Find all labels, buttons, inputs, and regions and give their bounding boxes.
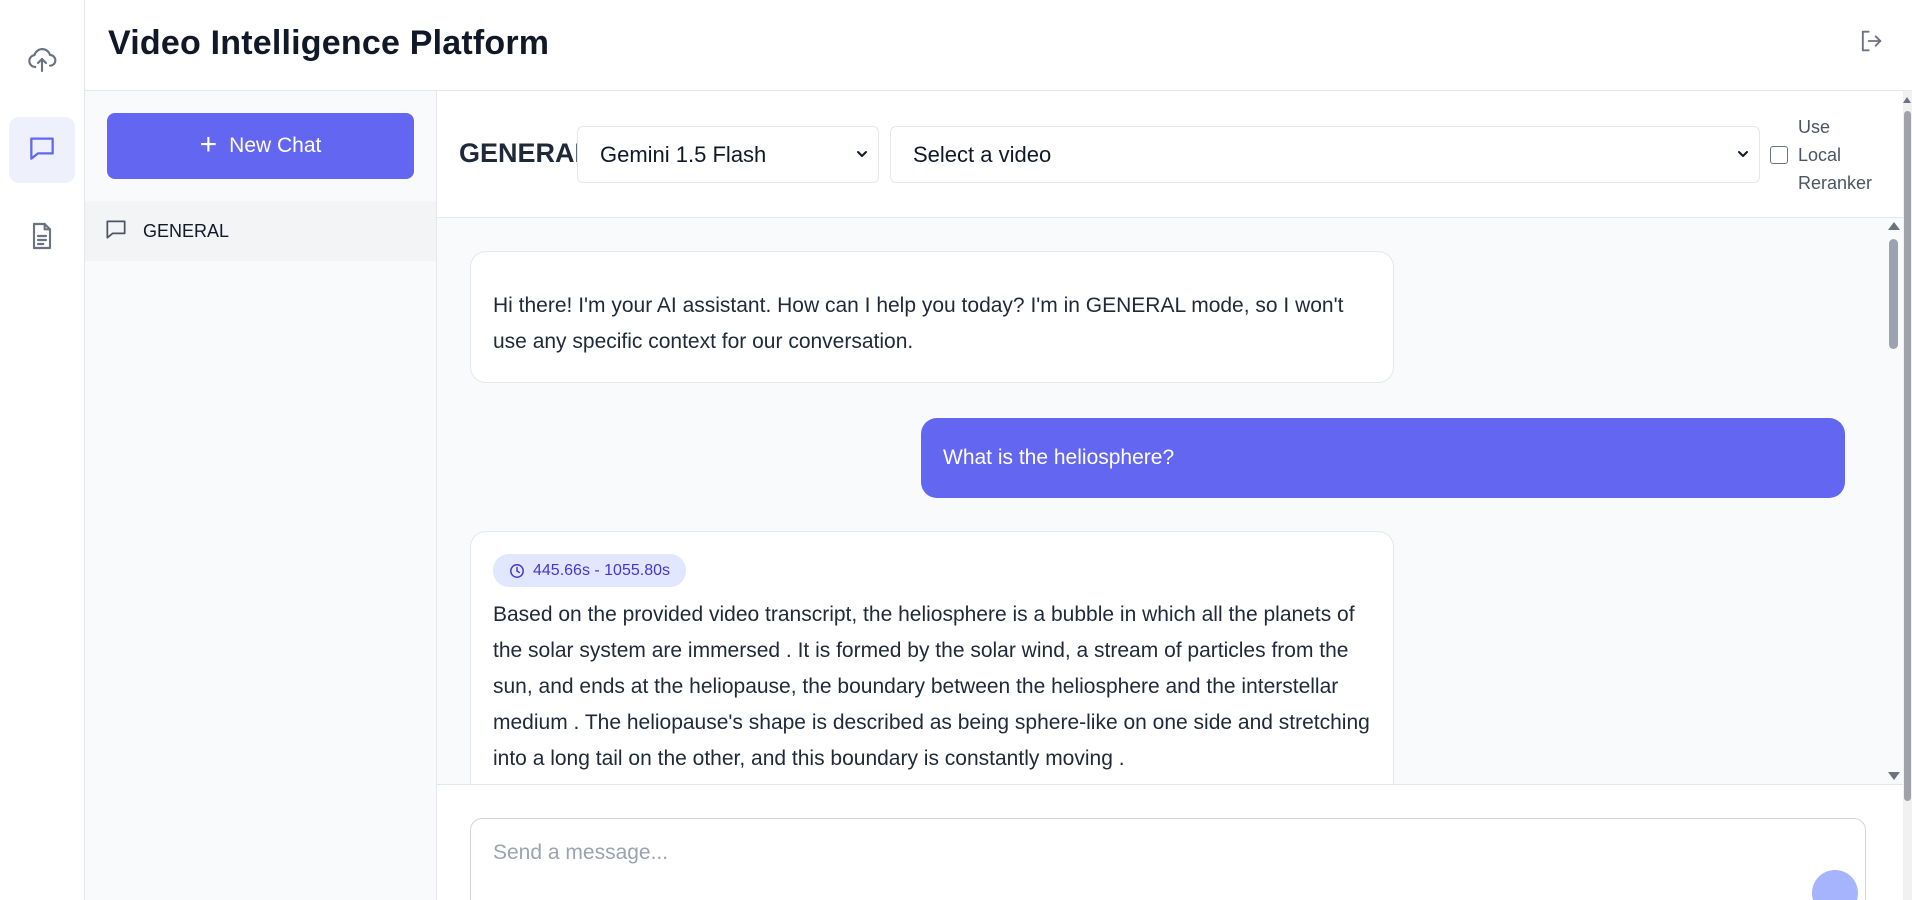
local-reranker-label: Use Local Reranker bbox=[1798, 117, 1873, 193]
assistant-message: Hi there! I'm your AI assistant. How can… bbox=[470, 251, 1394, 383]
video-select-value: Select a video bbox=[913, 141, 1052, 167]
icon-rail bbox=[0, 0, 85, 900]
messages-scrollbar[interactable] bbox=[1882, 218, 1902, 784]
upload-nav-button[interactable] bbox=[9, 28, 75, 94]
assistant-message: 445.66s - 1055.80s Based on the provided… bbox=[470, 531, 1394, 784]
message-list: Hi there! I'm your AI assistant. How can… bbox=[437, 218, 1903, 784]
timestamp-range: 445.66s - 1055.80s bbox=[533, 561, 670, 579]
new-chat-button[interactable]: + New Chat bbox=[107, 113, 414, 179]
chat-toolbar: GENERAL Gemini 1.5 Flash Select a video … bbox=[437, 91, 1903, 218]
chat-item-label: GENERAL bbox=[143, 220, 230, 241]
document-icon bbox=[26, 220, 58, 257]
message-composer bbox=[470, 818, 1866, 900]
message-text: Based on the provided video transcript, … bbox=[493, 603, 1370, 770]
clock-icon bbox=[510, 563, 524, 578]
logout-icon bbox=[1857, 27, 1885, 60]
message-text: Hi there! I'm your AI assistant. How can… bbox=[493, 294, 1344, 353]
chat-nav-button[interactable] bbox=[9, 117, 75, 183]
documents-nav-button[interactable] bbox=[9, 205, 75, 271]
chat-list-sidebar: + New Chat GENERAL bbox=[85, 91, 437, 900]
plus-icon: + bbox=[199, 127, 218, 161]
scroll-up-arrow[interactable] bbox=[1903, 97, 1911, 103]
video-select[interactable]: Select a video bbox=[890, 126, 1760, 183]
scroll-up-arrow[interactable] bbox=[1888, 222, 1900, 230]
chat-main-panel: GENERAL Gemini 1.5 Flash Select a video … bbox=[437, 91, 1903, 900]
message-input[interactable] bbox=[493, 841, 1793, 865]
cloud-upload-icon bbox=[26, 43, 58, 80]
app-header: Video Intelligence Platform bbox=[85, 0, 1912, 91]
timestamp-badge[interactable]: 445.66s - 1055.80s bbox=[493, 554, 686, 587]
scroll-down-arrow[interactable] bbox=[1888, 772, 1900, 780]
chat-bubble-icon bbox=[103, 216, 129, 247]
page-scrollbar[interactable] bbox=[1903, 91, 1912, 900]
chat-bubble-icon bbox=[26, 132, 58, 169]
new-chat-label: New Chat bbox=[229, 134, 322, 157]
chat-list-item-general[interactable]: GENERAL bbox=[85, 201, 436, 261]
message-text: What is the heliosphere? bbox=[943, 446, 1175, 469]
app-title: Video Intelligence Platform bbox=[108, 24, 550, 62]
logout-button[interactable] bbox=[1856, 28, 1886, 58]
local-reranker-toggle[interactable]: Use Local Reranker bbox=[1770, 113, 1878, 197]
user-message: What is the heliosphere? bbox=[921, 418, 1845, 498]
chevron-down-icon bbox=[1738, 151, 1748, 157]
mode-label: GENERAL bbox=[459, 138, 592, 168]
local-reranker-checkbox[interactable] bbox=[1770, 146, 1788, 164]
model-select[interactable]: Gemini 1.5 Flash bbox=[577, 126, 879, 183]
chevron-down-icon bbox=[857, 151, 867, 157]
scrollbar-thumb[interactable] bbox=[1904, 111, 1911, 801]
composer-area bbox=[437, 784, 1903, 900]
app-root: Video Intelligence Platform + New Chat G… bbox=[0, 0, 1912, 900]
model-select-value: Gemini 1.5 Flash bbox=[600, 141, 767, 167]
scrollbar-thumb[interactable] bbox=[1889, 239, 1898, 349]
